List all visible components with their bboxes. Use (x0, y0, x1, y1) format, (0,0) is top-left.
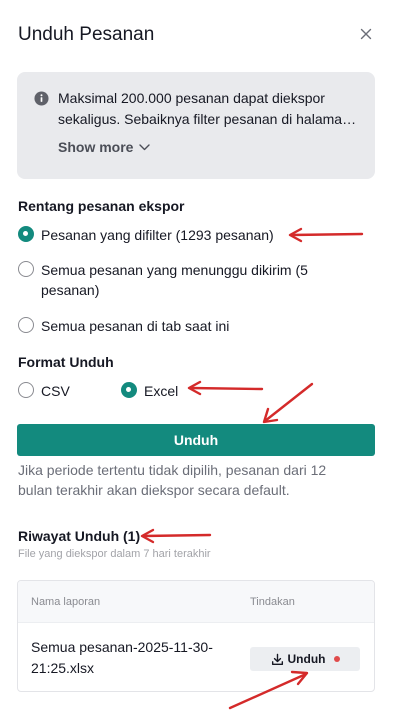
radio-unselected[interactable] (18, 382, 34, 398)
table-header: Nama laporan Tindakan (18, 581, 374, 623)
history-subtitle: File yang diekspor dalam 7 hari terakhir (18, 548, 211, 560)
row-download-label: Unduh (287, 652, 326, 666)
download-icon (271, 653, 283, 665)
format-option-csv[interactable]: CSV (18, 381, 70, 401)
row-download-button[interactable]: Unduh (250, 647, 360, 671)
radio-selected[interactable] (121, 382, 137, 398)
table-row: Semua pesanan-2025-11-30-21:25.xlsx Undu… (18, 623, 374, 691)
show-more-label: Show more (58, 139, 134, 155)
chevron-down-icon (139, 143, 151, 150)
notification-dot (333, 656, 340, 662)
format-section-title: Format Unduh (18, 354, 114, 370)
info-icon (34, 91, 49, 106)
range-option-current-tab[interactable]: Semua pesanan di tab saat ini (18, 316, 229, 336)
column-header-report-name: Nama laporan (31, 596, 101, 608)
range-option-awaiting-shipment[interactable]: Semua pesanan yang menunggu dikirim (5 p… (18, 260, 348, 300)
history-title: Riwayat Unduh (1) (18, 528, 141, 544)
range-option-label: Semua pesanan yang menunggu dikirim (5 p… (41, 262, 308, 298)
history-table: Nama laporan Tindakan Semua pesanan-2025… (17, 580, 375, 692)
range-option-label: Pesanan yang difilter (1293 pesanan) (41, 227, 274, 243)
close-icon[interactable] (356, 24, 376, 44)
show-more-link[interactable]: Show more (58, 139, 151, 155)
download-button[interactable]: Unduh (17, 424, 375, 456)
radio-selected[interactable] (18, 226, 34, 242)
format-option-label: CSV (41, 383, 70, 399)
dialog-title: Unduh Pesanan (18, 24, 155, 45)
annotation-arrow (140, 528, 212, 544)
range-option-filtered[interactable]: Pesanan yang difilter (1293 pesanan) (18, 225, 274, 245)
info-notice: Maksimal 200.000 pesanan dapat diekspor … (17, 72, 375, 179)
radio-unselected[interactable] (18, 261, 34, 277)
annotation-arrow (262, 382, 314, 424)
range-section-title: Rentang pesanan ekspor (18, 198, 185, 214)
dialog-header: Unduh Pesanan (18, 22, 380, 50)
format-option-label: Excel (144, 383, 179, 399)
range-option-label: Semua pesanan di tab saat ini (41, 318, 230, 334)
annotation-arrow (288, 227, 364, 243)
format-option-excel[interactable]: Excel (121, 381, 178, 401)
annotation-arrow (187, 380, 264, 396)
report-name: Semua pesanan-2025-11-30-21:25.xlsx (31, 639, 213, 676)
notice-text: Maksimal 200.000 pesanan dapat diekspor … (58, 90, 350, 127)
radio-unselected[interactable] (18, 317, 34, 333)
helper-text: Jika periode tertentu tidak dipilih, pes… (18, 462, 327, 498)
column-header-action: Tindakan (250, 596, 295, 608)
